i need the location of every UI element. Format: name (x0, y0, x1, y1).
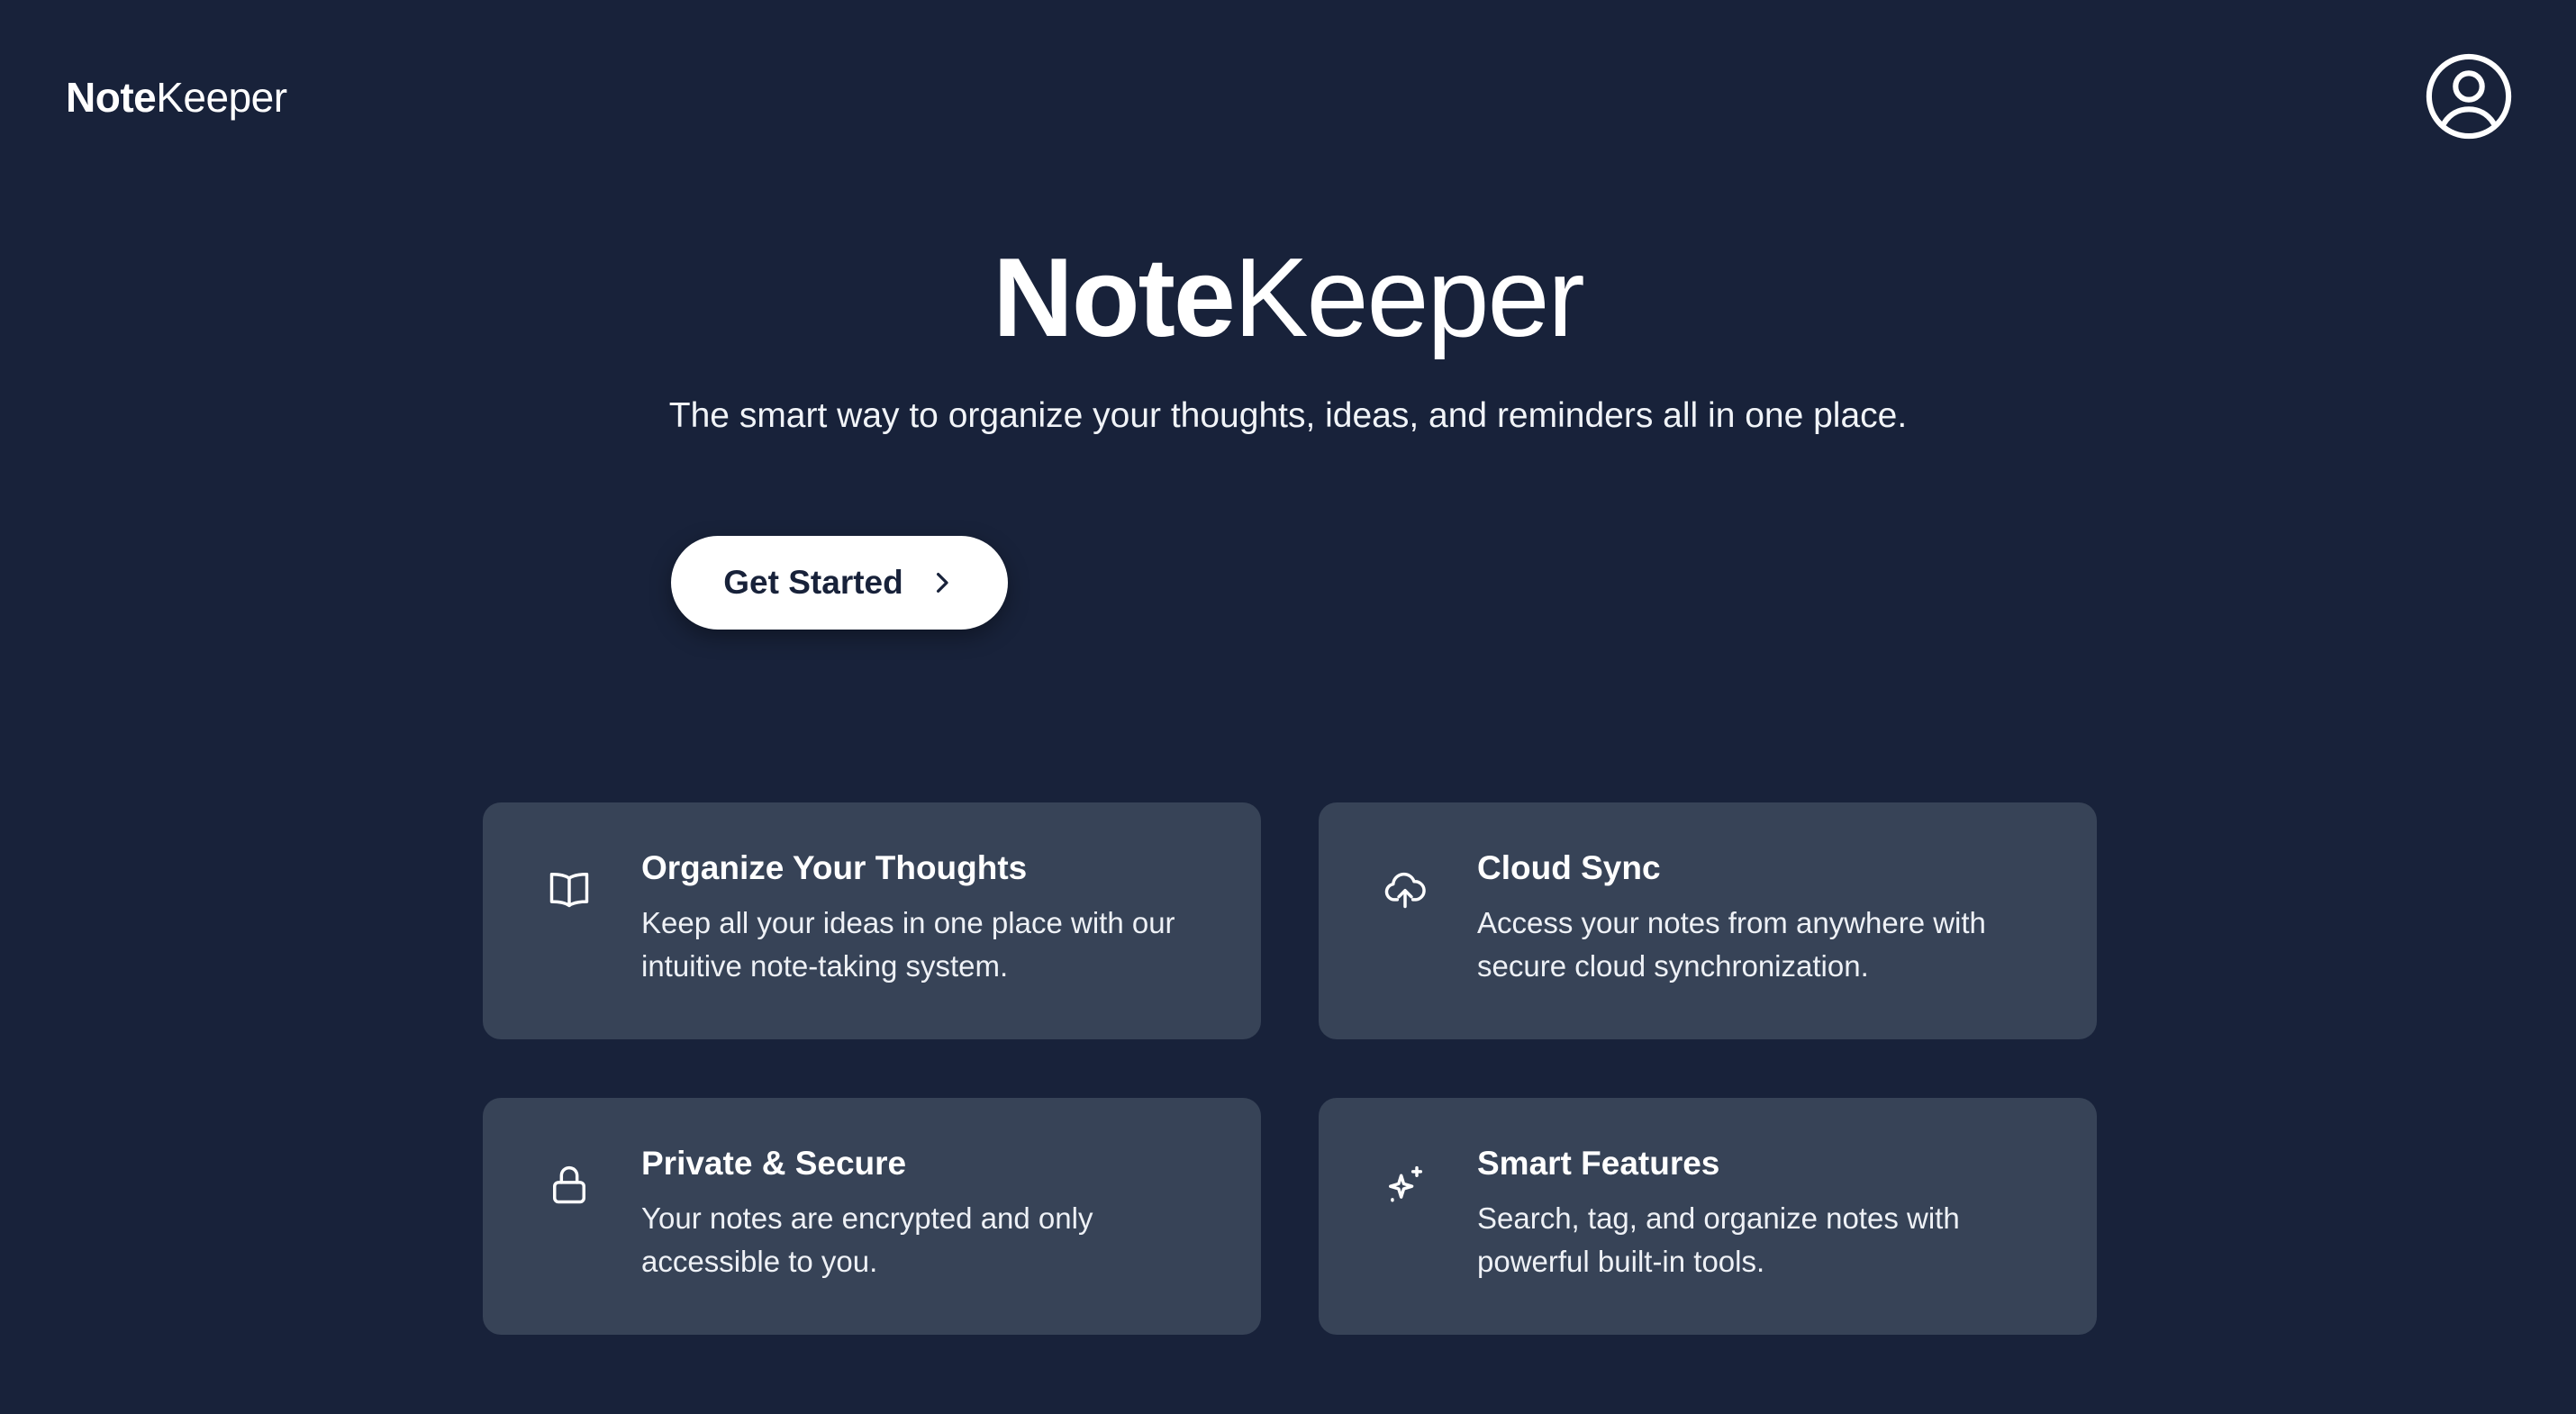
feature-title: Organize Your Thoughts (641, 849, 1028, 886)
feature-card-cloud-sync: Cloud Sync Access your notes from anywhe… (1319, 802, 2097, 1039)
feature-description: Search, tag, and organize notes with pow… (1477, 1201, 1960, 1278)
feature-card-private-secure: Private & Secure Your notes are encrypte… (483, 1098, 1261, 1335)
lock-icon (546, 1161, 593, 1208)
brand-name-bold: Note (66, 74, 157, 121)
hero-title: NoteKeeper (0, 232, 2576, 364)
feature-title: Cloud Sync (1477, 849, 1661, 886)
get-started-button[interactable]: Get Started (671, 536, 1008, 630)
feature-description: Keep all your ideas in one place with ou… (641, 906, 1175, 983)
feature-title: Smart Features (1477, 1145, 1720, 1182)
hero-title-light: Keeper (1233, 236, 1585, 360)
user-profile-button[interactable] (2425, 52, 2513, 140)
book-open-icon (546, 866, 593, 912)
feature-card-organize: Organize Your Thoughts Keep all your ide… (483, 802, 1261, 1039)
user-circle-icon (2425, 52, 2513, 140)
brand-logo[interactable]: NoteKeeper (66, 72, 287, 122)
chevron-right-icon (929, 569, 956, 596)
brand-name-light: Keeper (156, 74, 287, 121)
hero-title-bold: Note (993, 236, 1236, 360)
hero-subtitle: The smart way to organize your thoughts,… (668, 396, 1908, 435)
feature-card-smart-features: Smart Features Search, tag, and organize… (1319, 1098, 2097, 1335)
feature-description: Your notes are encrypted and only access… (641, 1201, 1093, 1278)
cloud-upload-icon (1382, 866, 1429, 912)
feature-description: Access your notes from anywhere with sec… (1477, 906, 1986, 983)
get-started-label: Get Started (723, 564, 903, 601)
feature-title: Private & Secure (641, 1145, 907, 1182)
sparkles-icon (1382, 1161, 1429, 1208)
